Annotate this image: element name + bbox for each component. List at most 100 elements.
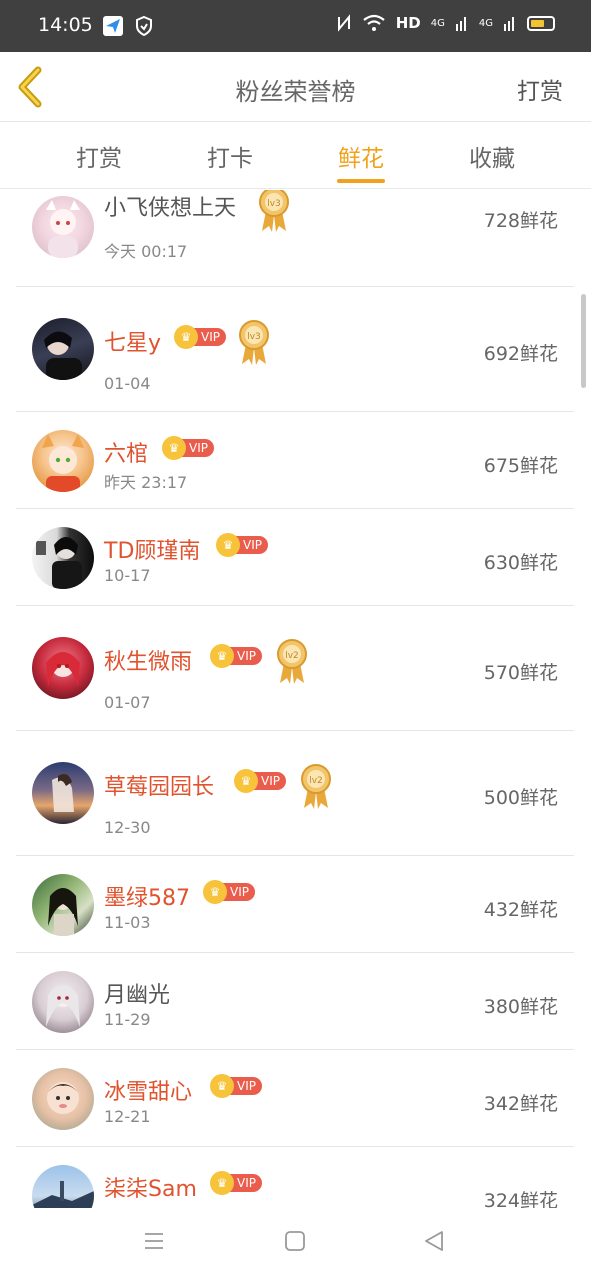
vip-badge: ♛ VIP xyxy=(234,769,286,793)
flower-count: 692鲜花 xyxy=(483,343,558,365)
flower-count: 380鲜花 xyxy=(483,996,558,1018)
user-name[interactable]: 七星y xyxy=(104,325,161,357)
signal-icon-2 xyxy=(504,17,514,31)
timestamp: 昨天 23:17 xyxy=(104,473,188,492)
status-left-icons xyxy=(102,15,154,37)
shield-icon xyxy=(136,15,152,37)
level-medal-icon: lv3 xyxy=(256,190,292,233)
list-item[interactable]: 墨绿587 ♛ VIP 11-03 432鲜花 xyxy=(16,856,574,953)
ranking-list[interactable]: 小飞侠想上天 lv3 今天 00:17 728鲜花 七星y ♛ VIP lv3 0… xyxy=(0,190,591,1208)
flower-count: 500鲜花 xyxy=(483,787,558,809)
scrollbar[interactable] xyxy=(581,294,586,388)
avatar xyxy=(32,874,94,936)
tab-bar: 打赏 打卡 鲜花 收藏 xyxy=(0,123,591,189)
list-item[interactable]: 七星y ♛ VIP lv3 01-04 692鲜花 xyxy=(16,287,574,412)
vip-badge: ♛ VIP xyxy=(210,1074,262,1098)
tab-reward[interactable]: 打赏 xyxy=(59,139,139,173)
send-app-icon xyxy=(103,16,123,36)
crown-icon: ♛ xyxy=(174,325,198,349)
level-medal-icon: lv2 xyxy=(274,637,310,685)
vip-badge: ♛ VIP xyxy=(203,880,255,904)
nav-bar: 粉丝荣誉榜 打赏 xyxy=(0,52,591,122)
flower-count: 324鲜花 xyxy=(483,1190,558,1208)
tab-checkin[interactable]: 打卡 xyxy=(190,139,270,173)
list-item[interactable]: 秋生微雨 ♛ VIP lv2 01-07 570鲜花 xyxy=(16,606,574,731)
vip-badge: ♛ VIP xyxy=(210,644,262,668)
tab-label: 收藏 xyxy=(469,146,515,172)
tab-favorites[interactable]: 收藏 xyxy=(452,139,532,173)
back-nav-icon[interactable] xyxy=(423,1230,445,1252)
avatar xyxy=(32,430,94,492)
svg-text:lv3: lv3 xyxy=(247,332,261,342)
timestamp: 12-30 xyxy=(104,818,151,837)
avatar xyxy=(32,1068,94,1130)
status-bar: 14:05 HD 4G 4G xyxy=(0,0,591,52)
list-item[interactable]: 月幽光 11-29 380鲜花 xyxy=(16,953,574,1050)
avatar xyxy=(32,527,94,589)
home-icon[interactable] xyxy=(284,1230,306,1252)
user-name[interactable]: 墨绿587 xyxy=(104,880,190,912)
status-right-icons: HD 4G 4G xyxy=(336,14,555,32)
timestamp: 01-04 xyxy=(104,374,151,393)
network-label-2: 4G xyxy=(478,17,493,29)
timestamp: 11-03 xyxy=(104,913,151,932)
vip-badge: ♛ VIP xyxy=(162,436,214,460)
crown-icon: ♛ xyxy=(203,880,227,904)
tab-label: 打卡 xyxy=(207,146,253,172)
list-item[interactable]: 柒柒Sam ♛ VIP 324鲜花 xyxy=(16,1147,574,1208)
svg-text:lv2: lv2 xyxy=(285,651,299,661)
reward-button[interactable]: 打赏 xyxy=(517,72,563,106)
svg-text:lv2: lv2 xyxy=(309,776,323,786)
nfc-icon xyxy=(337,14,350,32)
tab-label: 鲜花 xyxy=(338,146,384,172)
avatar xyxy=(32,971,94,1033)
system-nav-bar xyxy=(0,1208,591,1280)
page-title: 粉丝荣誉榜 xyxy=(235,78,356,106)
level-medal-icon: lv2 xyxy=(298,762,334,810)
tab-label: 打赏 xyxy=(76,146,122,172)
list-item[interactable]: TD顾瑾南 ♛ VIP 10-17 630鲜花 xyxy=(16,509,574,606)
flower-count: 342鲜花 xyxy=(483,1093,558,1115)
user-name[interactable]: 六棺 xyxy=(104,436,148,468)
vip-badge: ♛ VIP xyxy=(174,325,226,349)
vip-badge: ♛ VIP xyxy=(210,1171,262,1195)
crown-icon: ♛ xyxy=(162,436,186,460)
crown-icon: ♛ xyxy=(210,1074,234,1098)
list-item[interactable]: 小飞侠想上天 lv3 今天 00:17 728鲜花 xyxy=(16,190,574,287)
user-name[interactable]: 柒柒Sam xyxy=(104,1171,197,1203)
menu-icon[interactable] xyxy=(143,1230,165,1252)
tab-flowers[interactable]: 鲜花 xyxy=(321,139,401,183)
flower-count: 675鲜花 xyxy=(483,455,558,477)
avatar xyxy=(32,762,94,824)
avatar xyxy=(32,637,94,699)
user-name[interactable]: 秋生微雨 xyxy=(104,644,192,676)
user-name[interactable]: 草莓园园长 xyxy=(104,769,214,801)
flower-count: 570鲜花 xyxy=(483,662,558,684)
user-name[interactable]: 月幽光 xyxy=(104,977,170,1009)
vip-badge: ♛ VIP xyxy=(216,533,268,557)
user-name[interactable]: TD顾瑾南 xyxy=(104,533,200,565)
flower-count: 630鲜花 xyxy=(483,552,558,574)
avatar xyxy=(32,318,94,380)
user-name[interactable]: 冰雪甜心 xyxy=(104,1074,192,1106)
user-name[interactable]: 小飞侠想上天 xyxy=(104,190,236,222)
battery-icon xyxy=(527,15,555,31)
level-medal-icon: lv3 xyxy=(236,318,272,366)
status-time: 14:05 xyxy=(38,14,93,36)
crown-icon: ♛ xyxy=(210,644,234,668)
timestamp: 11-29 xyxy=(104,1010,151,1029)
list-item[interactable]: 六棺 ♛ VIP 昨天 23:17 675鲜花 xyxy=(16,412,574,509)
signal-icon xyxy=(455,17,466,31)
crown-icon: ♛ xyxy=(216,533,240,557)
network-label-1: 4G xyxy=(430,17,445,29)
list-item[interactable]: 冰雪甜心 ♛ VIP 12-21 342鲜花 xyxy=(16,1050,574,1147)
hd-label: HD xyxy=(395,14,421,32)
timestamp: 01-07 xyxy=(104,693,151,712)
list-item[interactable]: 草莓园园长 ♛ VIP lv2 12-30 500鲜花 xyxy=(16,731,574,856)
avatar xyxy=(32,1165,94,1208)
timestamp: 10-17 xyxy=(104,566,151,585)
active-tab-indicator xyxy=(337,179,385,183)
flower-count: 432鲜花 xyxy=(483,899,558,921)
wifi-icon xyxy=(363,14,385,31)
svg-text:lv3: lv3 xyxy=(267,199,281,209)
